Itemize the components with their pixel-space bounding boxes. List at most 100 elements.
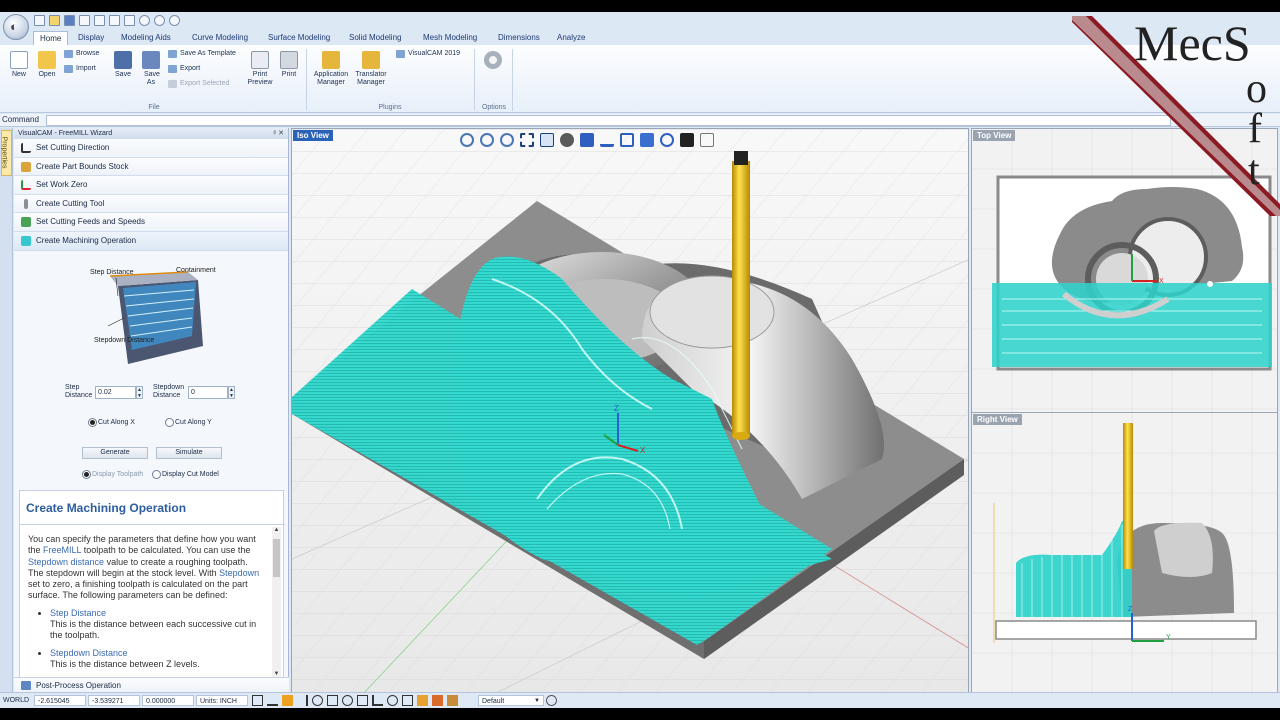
view-settings-icon[interactable] <box>700 133 714 147</box>
step-set-cutting-direction[interactable]: Set Cutting Direction <box>14 139 288 158</box>
print-button[interactable]: Print <box>276 51 302 79</box>
import-button[interactable]: Import <box>64 64 96 74</box>
save-button[interactable]: Save <box>110 51 136 79</box>
grid-snap-icon[interactable] <box>252 695 263 706</box>
open-button[interactable]: Open <box>34 51 60 79</box>
step-create-part-bounds-stock[interactable]: Create Part Bounds Stock <box>14 157 288 177</box>
iso-viewport[interactable]: Z X Iso View <box>291 128 969 694</box>
step-distance-input[interactable]: 0.02 <box>95 386 136 399</box>
cut-along-x-radio[interactable]: Cut Along X <box>88 418 135 427</box>
options-button[interactable] <box>482 51 504 71</box>
tab-dimensions[interactable]: Dimensions <box>492 31 546 45</box>
stepdown-distance-spinner[interactable]: ▲ ▼ <box>228 386 235 399</box>
paste-icon[interactable] <box>124 15 135 26</box>
zoom-selected-icon[interactable] <box>540 133 554 147</box>
intersection-snap-icon[interactable] <box>357 695 368 706</box>
refresh-icon[interactable] <box>169 15 180 26</box>
tab-curve-modeling[interactable]: Curve Modeling <box>186 31 254 45</box>
stepdown-distance-link[interactable]: Stepdown distance <box>28 557 104 567</box>
perpendicular-snap-icon[interactable] <box>372 695 383 706</box>
tab-modeling-aids[interactable]: Modeling Aids <box>115 31 177 45</box>
units-indicator[interactable]: Units: INCH <box>196 695 248 706</box>
end-snap-icon[interactable] <box>312 695 323 706</box>
scroll-thumb[interactable] <box>273 539 280 577</box>
pin-close-icon[interactable]: ᵖ ✕ <box>274 128 284 139</box>
right-view-label[interactable]: Right View <box>973 414 1022 425</box>
tab-analyze[interactable]: Analyze <box>551 31 591 45</box>
step-create-machining-operation[interactable]: Create Machining Operation <box>14 231 288 251</box>
tab-solid-modeling[interactable]: Solid Modeling <box>343 31 407 45</box>
layer-settings-icon[interactable] <box>546 695 557 706</box>
tab-mesh-modeling[interactable]: Mesh Modeling <box>417 31 483 45</box>
export-selected-button[interactable]: Export Selected <box>168 79 229 89</box>
step-create-cutting-tool[interactable]: Create Cutting Tool <box>14 194 288 214</box>
save-icon[interactable] <box>64 15 75 26</box>
view-toolbar <box>460 133 714 147</box>
ortho-icon[interactable] <box>267 695 278 706</box>
quad-snap-icon[interactable] <box>402 695 413 706</box>
cut-along-y-radio[interactable]: Cut Along Y <box>165 418 212 427</box>
display-mode-icon[interactable] <box>680 133 694 147</box>
help-item-name[interactable]: Step Distance <box>50 608 264 619</box>
display-cut-model-radio[interactable]: Display Cut Model <box>152 470 219 479</box>
new-button[interactable]: New <box>6 51 32 79</box>
redo-icon[interactable] <box>154 15 165 26</box>
mid-snap-icon[interactable] <box>327 695 338 706</box>
rotate-view-icon[interactable] <box>660 133 674 147</box>
copy-icon[interactable] <box>109 15 120 26</box>
simulate-button[interactable]: Simulate <box>156 447 222 459</box>
browse-button[interactable]: Browse <box>64 49 99 59</box>
command-input[interactable] <box>46 115 1171 126</box>
zoom-out-icon[interactable] <box>460 133 474 147</box>
pan-icon[interactable] <box>560 133 574 147</box>
view-house-icon[interactable] <box>620 133 634 147</box>
print-preview-button[interactable]: Print Preview <box>246 51 274 87</box>
zoom-window-icon[interactable] <box>500 133 514 147</box>
zoom-extents-icon[interactable] <box>520 133 534 147</box>
help-item-name[interactable]: Stepdown Distance <box>50 648 264 659</box>
step-distance-spinner[interactable]: ▲ ▼ <box>136 386 143 399</box>
tab-surface-modeling[interactable]: Surface Modeling <box>262 31 336 45</box>
view-front-icon[interactable] <box>580 133 594 147</box>
scroll-up-icon[interactable]: ▲ <box>272 527 281 533</box>
undo-icon[interactable] <box>139 15 150 26</box>
svg-text:X: X <box>640 446 646 455</box>
tangent-snap-icon[interactable] <box>387 695 398 706</box>
layer-select[interactable]: Default ▼ <box>478 695 544 706</box>
zoom-in-icon[interactable] <box>480 133 494 147</box>
open-folder-icon[interactable] <box>49 15 60 26</box>
translator-manager-button[interactable]: Translator Manager <box>352 51 390 87</box>
generate-button[interactable]: Generate <box>82 447 148 459</box>
top-view-label[interactable]: Top View <box>973 130 1016 141</box>
tab-home[interactable]: Home <box>33 31 69 45</box>
freemill-link[interactable]: FreeMILL <box>43 545 81 555</box>
layer-shape-icon[interactable] <box>432 695 443 706</box>
export-button[interactable]: Export <box>168 64 200 74</box>
application-manager-button[interactable]: Application Manager <box>310 51 352 87</box>
line-snap-icon[interactable] <box>297 695 308 706</box>
step-set-feeds-and-speeds[interactable]: Set Cutting Feeds and Speeds <box>14 213 288 232</box>
step-set-work-zero[interactable]: Set Work Zero <box>14 176 288 195</box>
print-icon[interactable] <box>79 15 90 26</box>
layer-color-icon[interactable] <box>417 695 428 706</box>
new-file-icon[interactable] <box>34 15 45 26</box>
stepdown-distance-input[interactable]: 0 <box>188 386 228 399</box>
planar-icon[interactable] <box>282 695 293 706</box>
tab-display[interactable]: Display <box>72 31 110 45</box>
center-snap-icon[interactable] <box>342 695 353 706</box>
view-home-icon[interactable] <box>600 133 614 147</box>
shaded-cube-icon[interactable] <box>640 133 654 147</box>
save-as-button[interactable]: Save As <box>138 51 164 87</box>
stepdown-link[interactable]: Stepdown <box>219 568 259 578</box>
save-as-template-button[interactable]: Save As Template <box>168 49 236 59</box>
display-toolpath-radio[interactable]: Display Toolpath <box>82 470 143 479</box>
application-menu-button[interactable]: ◐ <box>3 14 29 40</box>
cut-icon[interactable] <box>94 15 105 26</box>
visualcam-menu-button[interactable]: VisualCAM 2019 <box>396 49 460 59</box>
iso-view-label[interactable]: Iso View <box>293 130 333 141</box>
step-post-process-operation[interactable]: Post-Process Operation <box>14 677 289 693</box>
properties-tab[interactable]: Properties <box>0 130 12 176</box>
right-viewport[interactable]: Z Y Right View <box>971 412 1278 694</box>
layer-icon[interactable] <box>447 695 458 706</box>
help-scrollbar[interactable]: ▲ ▼ <box>272 527 281 677</box>
